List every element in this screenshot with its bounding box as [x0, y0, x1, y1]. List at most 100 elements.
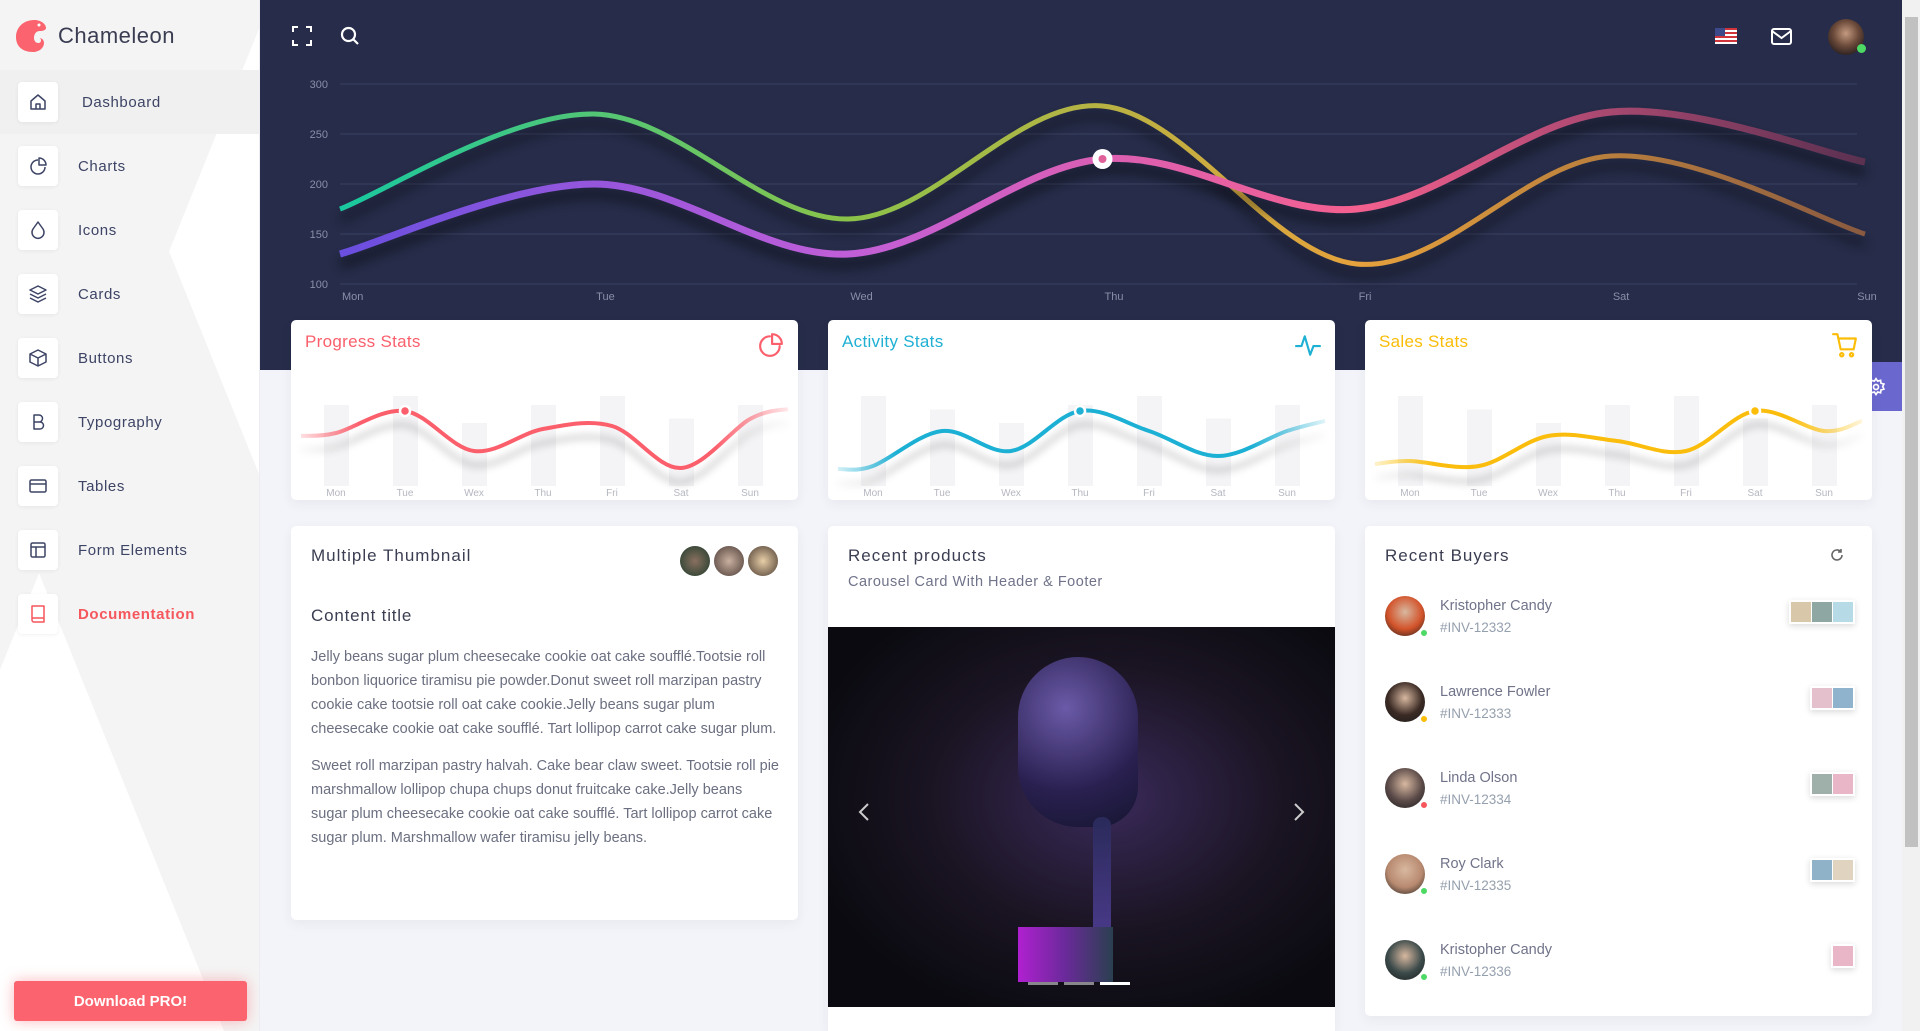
x-tick-label: Thu — [1071, 488, 1088, 499]
page-scrollbar[interactable] — [1902, 0, 1920, 1031]
sidebar-item-label: Icons — [78, 221, 117, 239]
paragraph: Jelly beans sugar plum cheesecake cookie… — [311, 649, 777, 737]
carousel-indicator[interactable] — [1064, 982, 1094, 985]
invoice-number: #INV-12336 — [1440, 964, 1512, 979]
product-thumbnails[interactable] — [1789, 600, 1855, 624]
sidebar-item-form-elements[interactable]: Form Elements — [0, 518, 259, 582]
chevron-right-icon — [1294, 803, 1305, 821]
highlight-point[interactable] — [1748, 404, 1762, 418]
sidebar-item-tables[interactable]: Tables — [0, 454, 259, 518]
multiple-thumbnail-card: Multiple Thumbnail Content title Jelly b… — [291, 526, 798, 920]
fullscreen-icon — [292, 26, 312, 46]
avatar[interactable] — [680, 546, 710, 576]
carousel-indicator[interactable] — [1028, 982, 1058, 985]
bar — [1743, 418, 1768, 486]
sidebar-item-dashboard[interactable]: Dashboard — [0, 70, 259, 134]
x-tick-label: Tue — [1471, 488, 1488, 499]
download-pro-button[interactable]: Download PRO! — [14, 981, 247, 1021]
sidebar: Chameleon Dashboard Charts Icons Cards Butto… — [0, 0, 260, 1031]
card-title: Multiple Thumbnail — [311, 546, 472, 565]
fullscreen-button[interactable] — [290, 24, 314, 48]
search-button[interactable] — [338, 24, 362, 48]
sidebar-item-label: Form Elements — [78, 541, 188, 559]
buyer-list-item[interactable]: Kristopher Candy #INV-12332 — [1385, 586, 1855, 646]
sidebar-item-icons[interactable]: Icons — [0, 198, 259, 262]
bar — [1206, 418, 1231, 486]
carousel-next-button[interactable] — [1293, 802, 1305, 827]
product-thumbnails[interactable] — [1810, 858, 1855, 882]
product-thumbnail — [1833, 602, 1853, 622]
sidebar-item-charts[interactable]: Charts — [0, 134, 259, 198]
x-tick-label: Sun — [1815, 488, 1833, 499]
product-thumbnails[interactable] — [1810, 686, 1855, 710]
product-carousel[interactable] — [828, 627, 1335, 1007]
refresh-button[interactable] — [1830, 548, 1844, 567]
home-icon — [18, 82, 58, 122]
scrollbar-thumb[interactable] — [1905, 17, 1918, 847]
y-tick-label: 150 — [310, 229, 328, 241]
bar — [600, 396, 625, 486]
language-button[interactable] — [1715, 28, 1737, 44]
activity-stats-card: Activity Stats Mon Tue Wex Thu Fri Sat Sun — [828, 320, 1335, 500]
highlight-point-center — [1098, 155, 1107, 163]
messages-button[interactable] — [1770, 26, 1792, 46]
stat-chart: Mon Tue Wex Thu Fri Sat Sun — [300, 396, 789, 499]
layout-icon — [18, 530, 58, 570]
bar — [1398, 396, 1423, 486]
product-image — [1018, 657, 1138, 827]
buyer-name: Kristopher Candy — [1440, 598, 1553, 614]
sidebar-item-label: Cards — [78, 285, 122, 303]
avatar[interactable] — [714, 546, 744, 576]
x-tick-label: Fri — [1359, 291, 1372, 303]
sidebar-item-typography[interactable]: Typography — [0, 390, 259, 454]
x-tick-label: Mon — [1400, 488, 1419, 499]
sidebar-item-buttons[interactable]: Buttons — [0, 326, 259, 390]
product-thumbnail — [1791, 602, 1811, 622]
bar — [531, 405, 556, 486]
x-tick-label: Thu — [534, 488, 551, 499]
sidebar-item-documentation[interactable]: Documentation — [0, 582, 259, 646]
progress-stats-card: Progress Stats Mon Tue Wex Thu Fri Sat Sun — [291, 320, 798, 500]
recent-buyers-card: Recent Buyers Kristopher Candy #INV-12332… — [1365, 526, 1872, 1016]
buyer-list-item[interactable]: Lawrence Fowler #INV-12333 — [1385, 672, 1855, 732]
recent-products-card: Recent products Carousel Card With Heade… — [828, 526, 1335, 1031]
bar — [462, 423, 487, 486]
mail-icon — [1770, 27, 1792, 45]
invoice-number: #INV-12333 — [1440, 706, 1512, 721]
carousel-indicators — [1028, 982, 1130, 985]
highlight-point[interactable] — [1073, 404, 1087, 418]
x-tick-label: Thu — [1105, 291, 1124, 303]
sales-stats-card: Sales Stats Mon Tue Wex Thu Fri Sat Sun — [1365, 320, 1872, 500]
product-thumbnail — [1812, 774, 1832, 794]
status-dot — [1420, 629, 1428, 637]
highlight-point[interactable] — [398, 404, 412, 418]
product-thumbnails[interactable] — [1831, 944, 1855, 968]
sidebar-item-cards[interactable]: Cards — [0, 262, 259, 326]
x-tick-label: Sun — [1278, 488, 1296, 499]
sidebar-item-label: Dashboard — [82, 93, 161, 111]
chameleon-logo-icon — [16, 20, 46, 52]
logo[interactable]: Chameleon — [14, 16, 175, 56]
card-title: Recent Buyers — [1385, 546, 1510, 565]
chevron-left-icon — [858, 803, 869, 821]
buyer-list-item[interactable]: Linda Olson #INV-12334 — [1385, 758, 1855, 818]
avatar — [1385, 682, 1425, 722]
x-tick-label: Mon — [863, 488, 882, 499]
carousel-prev-button[interactable] — [858, 802, 870, 827]
y-tick-label: 300 — [310, 79, 328, 91]
product-thumbnail — [1812, 602, 1832, 622]
x-tick-label: Wex — [464, 488, 484, 499]
avatar[interactable] — [748, 546, 778, 576]
x-tick-label: Wed — [850, 291, 872, 303]
bar — [1137, 396, 1162, 486]
buyer-list-item[interactable]: Roy Clark #INV-12335 — [1385, 844, 1855, 904]
stat-chart: Mon Tue Wex Thu Fri Sat Sun — [837, 396, 1326, 499]
carousel-indicator-active[interactable] — [1100, 982, 1130, 985]
buyer-list-item[interactable]: Kristopher Candy #INV-12336 — [1385, 930, 1855, 990]
avatar — [1385, 768, 1425, 808]
header-panel: 300 250 200 150 100 Mon Tue Wed Thu Fri Sat Sun — [260, 0, 1902, 370]
x-tick-label: Mon — [342, 291, 363, 303]
product-thumbnails[interactable] — [1810, 772, 1855, 796]
status-dot — [1420, 801, 1428, 809]
buyer-name: Linda Olson — [1440, 770, 1518, 786]
